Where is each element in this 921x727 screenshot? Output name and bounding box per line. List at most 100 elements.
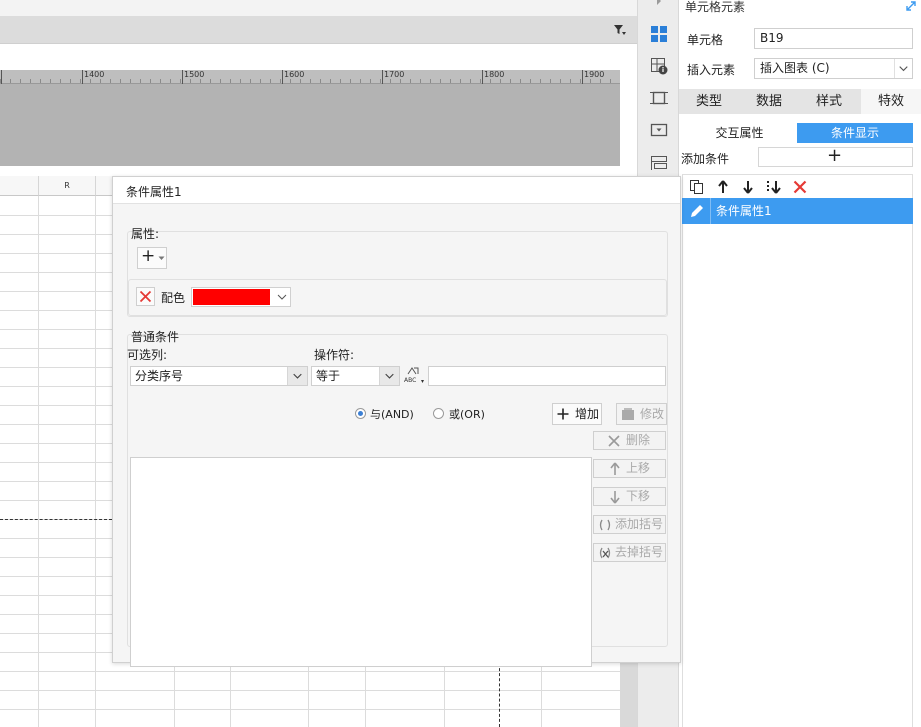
delete-button[interactable]: 删除 xyxy=(593,431,666,450)
condition-list-item[interactable]: 条件属性1 xyxy=(682,198,913,224)
ruler-label: 1700 xyxy=(384,70,405,79)
operator-label: 操作符: xyxy=(314,348,355,362)
add-attribute-button[interactable]: + xyxy=(137,246,167,269)
radio-and-label: 与(AND) xyxy=(370,408,414,421)
plus-icon xyxy=(557,408,569,420)
modify-button[interactable]: 修改 xyxy=(616,403,667,425)
move-down-button[interactable]: 下移 xyxy=(593,487,666,506)
condition-attribute-dialog: 条件属性1 属性: + 配色 普通条件 可选列: 操作符: 分类序号 等于 AB… xyxy=(112,176,681,667)
collapse-arrow-icon[interactable] xyxy=(654,0,664,8)
delete-icon[interactable] xyxy=(791,178,809,196)
cell-element-icon[interactable] xyxy=(649,24,669,44)
remove-attribute-button[interactable] xyxy=(136,287,155,306)
bracket-icon xyxy=(599,519,611,531)
plus-icon: + xyxy=(827,145,843,166)
operator-select[interactable]: 等于 xyxy=(311,366,400,386)
page-break-line xyxy=(499,663,500,727)
tab-data[interactable]: 数据 xyxy=(739,89,799,114)
attribute-row: 配色 xyxy=(128,279,667,316)
move-down-label: 下移 xyxy=(626,489,651,503)
tab-effects[interactable]: 特效 xyxy=(861,89,921,114)
delete-label: 删除 xyxy=(626,433,651,447)
cell-label: 单元格 xyxy=(687,33,724,47)
insert-element-label: 插入元素 xyxy=(687,63,736,77)
remove-bracket-label: 去掉括号 xyxy=(615,545,664,559)
arrow-down-icon xyxy=(610,491,620,504)
edit-icon xyxy=(691,205,703,217)
delete-icon xyxy=(139,290,152,303)
optional-column-select[interactable]: 分类序号 xyxy=(130,366,308,386)
panel-title: 单元格元素 xyxy=(685,0,746,14)
canvas-gap xyxy=(0,166,637,176)
ruler-label: 1500 xyxy=(184,70,205,79)
condition-item-label: 条件属性1 xyxy=(716,204,772,218)
ruler-label: 1900 xyxy=(584,70,605,79)
attribute-name: 配色 xyxy=(161,291,186,305)
form-icon[interactable] xyxy=(649,152,669,172)
add-bracket-button[interactable]: 添加括号 xyxy=(593,515,666,534)
cell-attribute-icon[interactable] xyxy=(649,56,669,76)
add-condition-label: 添加条件 xyxy=(681,152,730,166)
widget-settings-icon[interactable] xyxy=(649,120,669,140)
modify-icon xyxy=(622,408,634,420)
ruler-label: 1600 xyxy=(284,70,305,79)
radio-or-label: 或(OR) xyxy=(449,408,485,421)
close-icon xyxy=(608,435,620,447)
arrow-up-icon[interactable] xyxy=(714,178,732,196)
designer-toolbar xyxy=(0,16,637,44)
cell-element-panel: 单元格元素 单元格 B19 插入元素 插入图表 (C) 类型 数据 样式 特效 … xyxy=(679,0,921,727)
radio-or[interactable] xyxy=(433,408,444,419)
chevron-down-icon xyxy=(158,256,165,260)
page-break-line xyxy=(0,519,112,520)
property-tabs: 类型 数据 样式 特效 xyxy=(679,89,921,114)
color-picker[interactable] xyxy=(191,287,291,307)
chevron-down-icon xyxy=(287,367,307,385)
column-header[interactable] xyxy=(0,176,39,196)
dialog-title: 条件属性1 xyxy=(126,185,182,199)
filter-dropdown-icon[interactable] xyxy=(613,23,627,37)
arrow-up-icon xyxy=(610,462,620,475)
subtab-condition[interactable]: 条件显示 xyxy=(797,123,913,143)
add-condition-button[interactable]: 增加 xyxy=(552,403,602,425)
insert-element-select[interactable]: 插入图表 (C) xyxy=(754,58,913,79)
tab-type[interactable]: 类型 xyxy=(679,89,739,114)
modify-label: 修改 xyxy=(640,407,665,421)
column-header-r[interactable]: R xyxy=(39,176,96,196)
chevron-down-icon[interactable] xyxy=(894,59,912,78)
color-swatch xyxy=(193,289,270,305)
move-up-label: 上移 xyxy=(626,461,651,475)
tab-style[interactable]: 样式 xyxy=(799,89,859,114)
condition-list xyxy=(682,224,913,727)
optional-column-label: 可选列: xyxy=(127,348,168,362)
condition-list-box[interactable] xyxy=(130,457,592,667)
cell-input[interactable]: B19 xyxy=(754,28,913,49)
attributes-label: 属性: xyxy=(131,227,160,241)
copy-icon[interactable] xyxy=(688,178,706,196)
condition-toolbar xyxy=(682,174,913,198)
horizontal-ruler: 1400 1500 1600 1700 1800 1900 xyxy=(0,70,620,84)
chevron-down-icon xyxy=(277,294,287,300)
operator-value: 等于 xyxy=(316,369,341,383)
add-label: 增加 xyxy=(575,407,600,421)
general-condition-label: 普通条件 xyxy=(131,330,180,344)
subtab-interaction[interactable]: 交互属性 xyxy=(682,123,797,143)
expand-icon[interactable] xyxy=(905,0,917,12)
move-bottom-icon[interactable] xyxy=(765,178,783,196)
insert-element-value: 插入图表 (C) xyxy=(760,61,830,75)
remove-bracket-button[interactable]: 去掉括号 xyxy=(593,543,666,562)
condition-value-input[interactable] xyxy=(428,366,666,386)
plus-icon: + xyxy=(141,246,156,266)
radio-and[interactable] xyxy=(355,408,366,419)
dialog-body: 属性: + 配色 普通条件 可选列: 操作符: 分类序号 等于 ABC 与(AN… xyxy=(113,203,680,667)
remove-bracket-icon xyxy=(599,547,611,559)
ruler-label: 1400 xyxy=(84,70,105,79)
add-bracket-label: 添加括号 xyxy=(615,517,664,531)
abc-label: ABC xyxy=(404,377,417,384)
top-strip xyxy=(0,0,637,16)
add-condition-button[interactable]: + xyxy=(758,145,913,167)
optional-column-value: 分类序号 xyxy=(135,369,184,383)
canvas-background xyxy=(0,84,620,166)
float-element-icon[interactable] xyxy=(649,88,669,108)
move-up-button[interactable]: 上移 xyxy=(593,459,666,478)
arrow-down-icon[interactable] xyxy=(739,178,757,196)
